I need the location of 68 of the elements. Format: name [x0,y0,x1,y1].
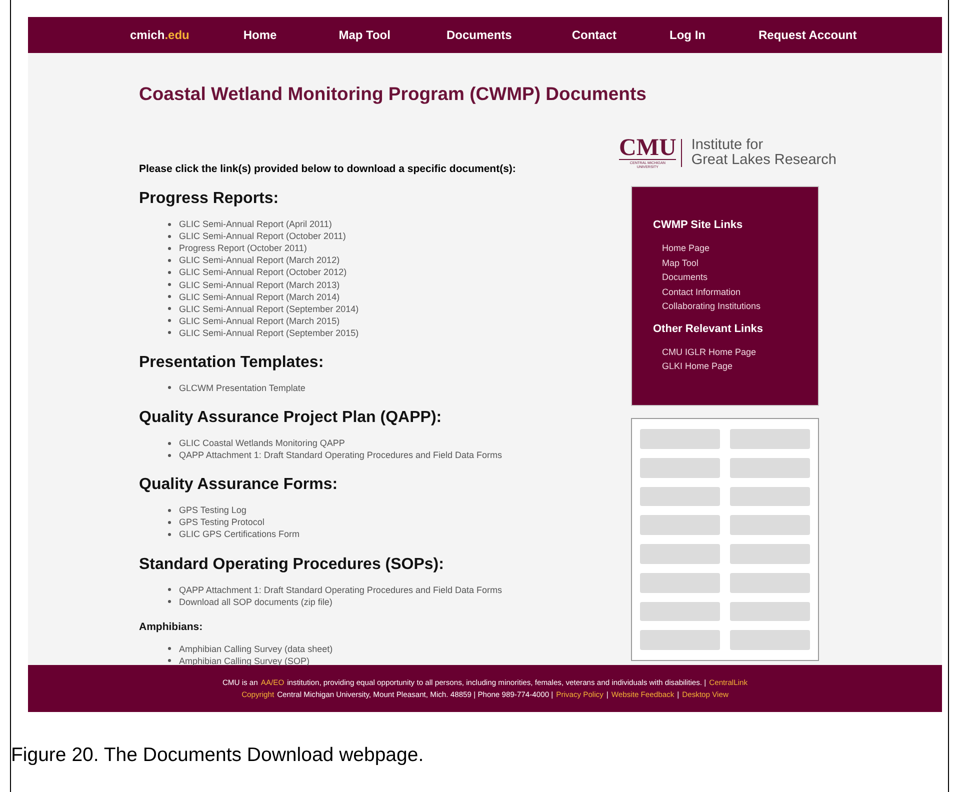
section-heading: Progress Reports: [139,190,280,208]
institute-name: Great Lakes Research [691,153,836,168]
bullet-icon [168,258,171,262]
sidebar-heading: Other Relevant Links [653,322,764,334]
nav-link[interactable]: Contact [572,28,616,42]
section-heading: Quality Assurance Project Plan (QAPP): [139,409,443,428]
bullet-icon [168,246,171,250]
bullet-icon [168,295,171,298]
logo-mark: CMU [619,137,676,160]
sidebar-link[interactable]: Map Tool [653,256,818,270]
document-link[interactable]: GLCWM Presentation Template [179,382,306,393]
document-link[interactable]: GLIC Semi-Annual Report (March 2012) [179,255,340,266]
document-link[interactable]: GPS Testing Log [179,505,246,516]
nav-link[interactable]: Home [243,28,277,42]
section-heading: Quality Assurance Forms: [139,476,339,494]
document-link[interactable]: QAPP Attachment 1: Draft Standard Operating Procedures and Field Data Forms [179,450,502,460]
nav-link[interactable]: Log In [670,28,706,42]
document-link[interactable]: Amphibian Calling Survey (data sheet) [179,644,333,654]
bullet-icon [168,520,171,524]
document-link[interactable]: GLIC Semi-Annual Report (October 2011) [179,231,346,242]
bullet-icon [168,659,171,662]
document-link[interactable]: GLIC Semi-Annual Report (April 2011) [179,219,332,230]
sidebar-link[interactable]: CMU IGLR Home Page [653,344,818,359]
sidebar-link[interactable]: Collaborating Institutions [653,299,818,314]
nav-link[interactable]: Map Tool [338,28,390,42]
document-link[interactable]: GLIC Semi-Annual Report (March 2014) [179,292,340,302]
bullet-icon [168,588,171,592]
bullet-icon [168,600,171,604]
bullet-icon [168,386,171,390]
bullet-icon [168,647,171,650]
document-link[interactable]: GLIC Semi-Annual Report (March 2013) [179,280,340,290]
section-heading: Standard Operating Procedures (SOPs): [139,556,445,574]
bullet-icon [168,222,171,226]
document-link[interactable]: GLIC Semi-Annual Report (March 2015) [179,316,340,326]
bullet-icon [168,532,171,536]
institute-name: Institute for [691,138,764,153]
bullet-icon [168,283,171,286]
document-link[interactable]: GLIC Semi-Annual Report (September 2014) [179,304,359,314]
bullet-icon [168,442,171,445]
nav-link[interactable]: Documents [446,28,512,42]
document-link[interactable]: Download all SOP documents (zip file) [179,596,332,607]
bullet-icon [168,331,171,334]
instruction-text: Please click the link(s) provided below to download a specific document(s): [139,163,517,175]
document-link[interactable]: QAPP Attachment 1: Draft Standard Operating Procedures and Field Data Forms [179,584,502,595]
sidebar-link[interactable]: GLKI Home Page [653,359,818,374]
section-heading: Presentation Templates: [139,354,325,372]
document-link[interactable]: GPS Testing Protocol [179,517,264,528]
bullet-icon [168,270,171,274]
document-link[interactable]: GLIC Semi-Annual Report (October 2012) [179,267,347,278]
page-title: Coastal Wetland Monitoring Program (CWMP) Documents [139,82,648,105]
document-link[interactable]: GLIC Semi-Annual Report (September 2015) [179,328,359,338]
section-heading: Amphibians: [139,620,204,633]
sidebar-link[interactable]: Contact Information [653,284,818,299]
document-link[interactable]: GLIC Coastal Wetlands Monitoring QAPP [179,438,345,448]
sidebar-link[interactable]: Documents [653,270,818,284]
document-link[interactable]: Progress Report (October 2011) [179,243,307,254]
sidebar-link[interactable]: Home Page [653,241,818,256]
nav-link[interactable]: Request Account [758,28,857,42]
document-link[interactable]: GLIC GPS Certifications Form [179,529,300,540]
bullet-icon [168,454,171,457]
document-link[interactable]: Amphibian Calling Survey (SOP) [179,656,310,666]
site-logo-link[interactable]: cmich.edu [130,28,190,42]
bullet-icon [168,307,171,310]
bullet-icon [168,234,171,238]
bullet-icon [168,508,171,512]
figure-caption: Figure 20. The Documents Download webpage. [11,744,424,766]
bullet-icon [168,319,171,322]
sidebar-heading: CWMP Site Links [653,219,744,231]
